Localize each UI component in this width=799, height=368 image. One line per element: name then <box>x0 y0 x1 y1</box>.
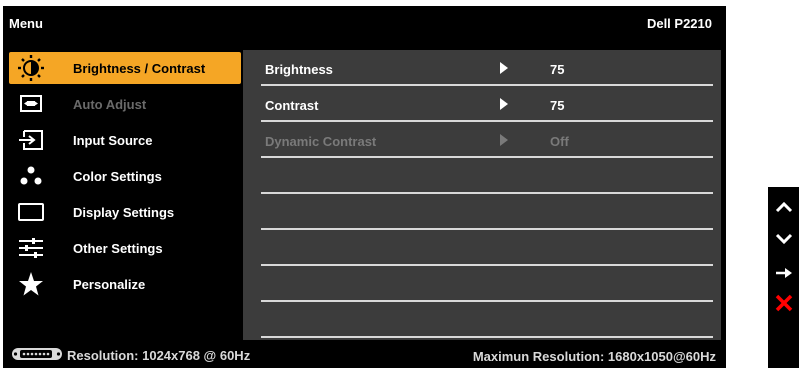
input-source-icon <box>9 122 53 158</box>
sidebar-item-label: Input Source <box>73 132 153 148</box>
row-divider <box>261 336 713 338</box>
setting-row-empty <box>261 266 713 302</box>
setting-row-contrast[interactable]: Contrast 75 <box>261 86 713 122</box>
monitor-model: Dell P2210 <box>646 16 712 31</box>
setting-value: 75 <box>550 62 565 77</box>
max-resolution-text: Maximun Resolution: 1680x1050@60Hz <box>472 349 716 364</box>
setting-name: Brightness <box>265 62 333 77</box>
sidebar-item-personalize[interactable]: Personalize <box>9 266 245 302</box>
menu-title: Menu <box>9 16 43 31</box>
sidebar-item-display-settings[interactable]: Display Settings <box>9 194 245 230</box>
close-icon[interactable] <box>772 291 796 315</box>
status-footer: Resolution: 1024x768 @ 60Hz Maximun Reso… <box>3 340 726 368</box>
up-arrow-icon[interactable] <box>772 195 796 219</box>
display-settings-icon <box>9 194 53 230</box>
setting-row-brightness[interactable]: Brightness 75 <box>261 50 713 86</box>
sidebar-item-label: Brightness / Contrast <box>73 60 206 76</box>
vga-connector-icon <box>11 347 63 364</box>
setting-name: Dynamic Contrast <box>265 134 377 149</box>
monitor-button-strip <box>768 187 799 368</box>
setting-value: 75 <box>550 98 565 113</box>
sidebar-item-label: Display Settings <box>73 204 175 220</box>
setting-row-dynamic-contrast[interactable]: Dynamic Contrast Off <box>261 122 713 158</box>
play-arrow-icon <box>500 98 508 113</box>
setting-row-empty <box>261 158 713 194</box>
sidebar-item-label: Personalize <box>73 276 146 292</box>
sidebar-item-brightness-contrast[interactable]: Brightness / Contrast <box>9 52 241 84</box>
right-arrow-icon[interactable] <box>772 261 796 285</box>
current-resolution: Resolution: 1024x768 @ 60Hz <box>11 347 250 364</box>
other-settings-icon <box>9 230 53 266</box>
setting-row-empty <box>261 194 713 230</box>
color-settings-icon <box>9 158 53 194</box>
auto-adjust-icon <box>9 86 53 122</box>
setting-name: Contrast <box>265 98 319 113</box>
settings-panel: Brightness 75 Contrast 75 Dynamic Contra… <box>243 50 721 340</box>
resolution-text: Resolution: 1024x768 @ 60Hz <box>67 348 251 363</box>
down-arrow-icon[interactable] <box>772 227 796 251</box>
sidebar-item-label: Other Settings <box>73 240 163 256</box>
setting-value: Off <box>550 134 569 149</box>
sidebar: Brightness / Contrast Auto Adjust Input … <box>9 50 245 302</box>
osd-menu: Menu Dell P2210 Brightness / Contrast Au… <box>3 6 726 368</box>
sidebar-item-label: Auto Adjust <box>73 96 147 112</box>
personalize-icon <box>9 266 53 302</box>
sidebar-item-auto-adjust[interactable]: Auto Adjust <box>9 86 245 122</box>
sidebar-item-color-settings[interactable]: Color Settings <box>9 158 245 194</box>
play-arrow-icon <box>500 62 508 77</box>
setting-row-empty <box>261 230 713 266</box>
sidebar-item-input-source[interactable]: Input Source <box>9 122 245 158</box>
play-arrow-icon <box>500 134 508 149</box>
setting-row-empty <box>261 302 713 338</box>
sidebar-item-label: Color Settings <box>73 168 162 184</box>
brightness-icon <box>9 50 53 86</box>
menu-header: Menu Dell P2210 <box>3 6 726 40</box>
sidebar-item-other-settings[interactable]: Other Settings <box>9 230 245 266</box>
